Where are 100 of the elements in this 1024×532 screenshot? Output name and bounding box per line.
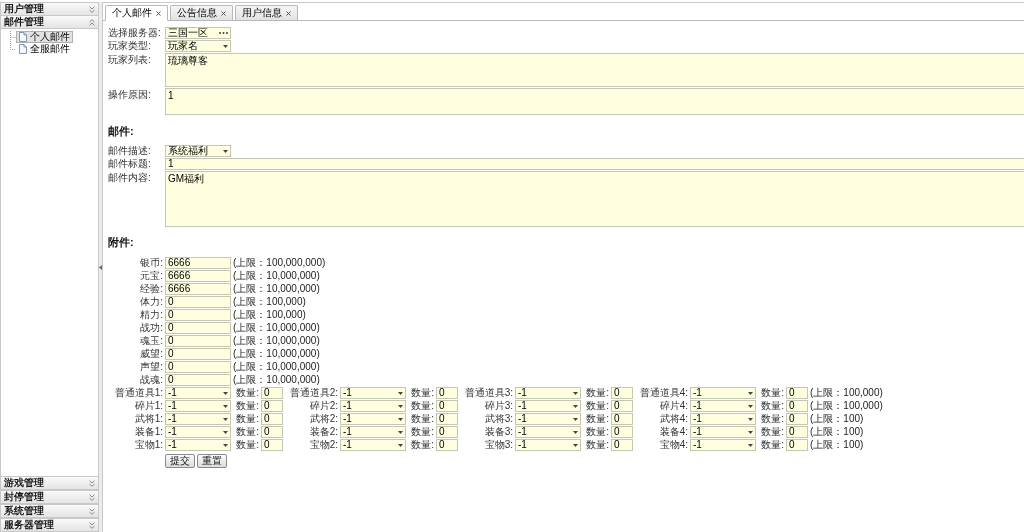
dropdown-field[interactable]: -1 [690,387,756,399]
dropdown-field[interactable]: -1 [690,439,756,451]
field-label: 操作原因: [108,89,152,101]
panel-header[interactable]: 系统管理 [1,505,98,518]
field-label: 银币: [139,257,163,269]
collapse-arrow-icon[interactable] [99,264,102,270]
text-field[interactable]: 1 [165,158,1024,170]
field-label: 经验: [139,283,163,295]
number-field[interactable]: 0 [165,348,231,360]
number-field[interactable]: 0 [611,426,633,438]
panel-header[interactable]: 用户管理 [1,3,98,16]
number-field[interactable]: 0 [165,309,231,321]
chevrons-down-icon [89,507,95,515]
number-field[interactable]: 0 [261,439,283,451]
field-label: 数量: [585,439,609,451]
field-label: 战魂: [139,374,163,386]
dropdown-field[interactable]: -1 [165,387,231,399]
panel-header[interactable]: 邮件管理 [1,16,98,29]
picker-field[interactable]: 三国一区 [165,27,231,39]
dropdown-field[interactable]: -1 [515,413,581,425]
number-field[interactable]: 0 [611,387,633,399]
text-area[interactable]: 琉璃尊客 [165,53,1024,87]
field-label: 邮件标题: [108,158,152,170]
text-area[interactable]: 1 [165,88,1024,115]
chevrons-down-icon [89,479,95,487]
number-field[interactable]: 0 [611,439,633,451]
caret-icon [223,44,228,48]
dropdown-field[interactable]: -1 [340,439,406,451]
dropdown-field[interactable]: -1 [690,413,756,425]
caret-icon [223,391,228,395]
field-label: 装备1: [133,426,163,438]
field-label: 数量: [410,439,434,451]
text-area[interactable]: GM福利 [165,171,1024,227]
number-field[interactable]: 0 [786,387,808,399]
field-label: 数量: [760,426,784,438]
dropdown-field[interactable]: -1 [340,387,406,399]
field-label: 数量: [235,413,259,425]
number-field[interactable]: 0 [611,413,633,425]
number-field[interactable]: 0 [165,322,231,334]
field-label: 数量: [760,413,784,425]
number-field[interactable]: 6666 [165,283,231,295]
dropdown-field[interactable]: -1 [515,400,581,412]
number-field[interactable]: 0 [786,439,808,451]
number-field[interactable]: 0 [165,335,231,347]
field-label: 数量: [235,387,259,399]
dropdown-field[interactable]: -1 [340,426,406,438]
dropdown-field[interactable]: -1 [165,426,231,438]
field-label: 装备2: [308,426,338,438]
tab[interactable]: 个人邮件 [105,5,168,21]
number-field[interactable]: 6666 [165,270,231,282]
number-field[interactable]: 0 [165,296,231,308]
limit-text: (上限：10,000,000) [233,335,320,347]
close-icon[interactable] [286,10,291,16]
dropdown-field[interactable]: -1 [690,400,756,412]
dropdown-field[interactable]: -1 [515,439,581,451]
number-field[interactable]: 0 [261,413,283,425]
field-label: 装备4: [658,426,688,438]
panel-header[interactable]: 封停管理 [1,491,98,504]
number-field[interactable]: 0 [786,400,808,412]
dropdown-field[interactable]: 系统福利 [165,145,231,157]
dropdown-field[interactable]: -1 [515,387,581,399]
caret-icon [223,417,228,421]
number-field[interactable]: 0 [786,413,808,425]
number-field[interactable]: 0 [436,387,458,399]
panel-header[interactable]: 游戏管理 [1,477,98,490]
field-label: 数量: [585,413,609,425]
close-icon[interactable] [156,10,161,16]
dropdown-field[interactable]: -1 [690,426,756,438]
number-field[interactable]: 0 [261,426,283,438]
number-field[interactable]: 0 [436,439,458,451]
tree-item[interactable]: 全服邮件 [16,43,73,55]
number-field[interactable]: 0 [786,426,808,438]
number-field[interactable]: 0 [261,387,283,399]
submit-button[interactable]: 提交 [165,454,195,468]
number-field[interactable]: 0 [436,426,458,438]
dropdown-field[interactable]: -1 [165,439,231,451]
reset-button[interactable]: 重置 [197,454,227,468]
field-label: 数量: [760,439,784,451]
dropdown-field[interactable]: 玩家名 [165,40,231,52]
document-icon [19,44,27,54]
number-field[interactable]: 0 [165,374,231,386]
number-field[interactable]: 6666 [165,257,231,269]
tab[interactable]: 用户信息 [235,5,298,20]
dropdown-field[interactable]: -1 [165,400,231,412]
tab[interactable]: 公告信息 [170,5,233,20]
tree-item[interactable]: 个人邮件 [16,31,73,43]
number-field[interactable]: 0 [261,400,283,412]
dropdown-field[interactable]: -1 [340,400,406,412]
panel-header[interactable]: 服务器管理 [1,519,98,532]
number-field[interactable]: 0 [436,400,458,412]
chevrons-down-icon [89,5,95,13]
field-label: 数量: [235,426,259,438]
dropdown-field[interactable]: -1 [340,413,406,425]
number-field[interactable]: 0 [611,400,633,412]
dropdown-field[interactable]: -1 [515,426,581,438]
field-label: 数量: [410,400,434,412]
dropdown-field[interactable]: -1 [165,413,231,425]
number-field[interactable]: 0 [165,361,231,373]
number-field[interactable]: 0 [436,413,458,425]
close-icon[interactable] [221,10,226,16]
